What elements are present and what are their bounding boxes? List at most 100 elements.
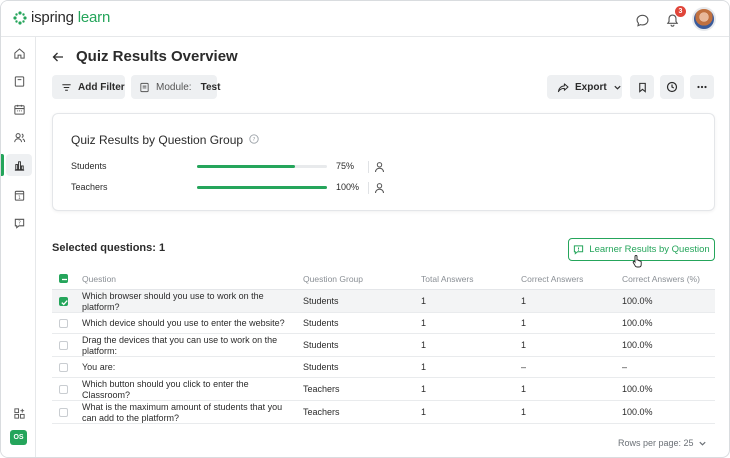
progress-track (197, 165, 327, 168)
total-answers: 1 (421, 407, 427, 417)
column-header-group[interactable]: Question Group (303, 274, 363, 284)
question-line-1: What is the maximum amount of students t… (82, 402, 283, 412)
feedback-icon (574, 245, 584, 255)
ispring-learn-logo[interactable]: ispring learn (13, 9, 110, 26)
question-line-1: Which browser should you use to work on … (82, 291, 264, 301)
schedule-button[interactable] (660, 75, 684, 99)
bookmark-button[interactable] (630, 75, 654, 99)
column-header-correct-pct[interactable]: Correct Answers (%) (622, 274, 700, 284)
filter-icon (61, 82, 72, 93)
info-icon[interactable]: ? (249, 133, 259, 147)
sidebar-item-schedule[interactable]: 1 (6, 184, 32, 206)
user-initials-badge[interactable]: OS (10, 430, 27, 445)
book-icon (14, 75, 24, 87)
question-group-results-card: Quiz Results by Question Group ? Student… (52, 113, 715, 211)
add-widget-icon (13, 407, 25, 419)
question-line-2: can add to the platform? (82, 413, 180, 423)
correct-answers-percent: 100.0% (622, 407, 653, 417)
question-line-1: Which button should you click to enter t… (82, 379, 249, 389)
correct-answers: 1 (521, 318, 527, 328)
back-arrow-icon[interactable] (51, 50, 67, 66)
question-group: Students (303, 296, 339, 306)
rows-per-page-select[interactable]: Rows per page: 25 (618, 438, 707, 448)
row-checkbox[interactable] (59, 341, 68, 350)
page-title: Quiz Results Overview (76, 48, 238, 65)
total-answers: 1 (421, 318, 427, 328)
top-bar: ispring learn 3 (1, 1, 729, 37)
question-line-2: platform: (82, 346, 118, 356)
row-checkbox[interactable] (59, 408, 68, 417)
correct-answers-percent: 100.0% (622, 318, 653, 328)
sidebar-active-indicator (1, 154, 4, 176)
calendar-icon (13, 104, 25, 115)
group-percent: 75% (336, 161, 355, 171)
question-line-2: Classroom? (82, 390, 131, 400)
sidebar-item-users[interactable] (6, 126, 32, 148)
question-line-1: Which device should you use to enter the… (82, 318, 285, 328)
total-answers: 1 (421, 340, 427, 350)
table-row[interactable]: You are: Students 1 – – (52, 357, 715, 378)
question-group: Teachers (303, 407, 340, 417)
row-checkbox[interactable] (59, 385, 68, 394)
more-dots-icon (697, 85, 707, 89)
svg-text:?: ? (253, 137, 256, 143)
table-row[interactable]: Drag the devices that you can use to wor… (52, 334, 715, 357)
table-row[interactable]: Which device should you use to enter the… (52, 313, 715, 334)
chat-icon[interactable] (632, 10, 652, 30)
row-checkbox[interactable] (59, 297, 68, 306)
question-group: Students (303, 362, 339, 372)
user-icon[interactable] (374, 181, 385, 199)
row-checkbox[interactable] (59, 319, 68, 328)
chevron-down-icon (698, 441, 706, 446)
module-label: Module: (156, 81, 192, 93)
total-answers: 1 (421, 384, 427, 394)
table-row[interactable]: Which button should you click to enter t… (52, 378, 715, 401)
logo-text-learn: learn (77, 9, 111, 26)
more-options-button[interactable] (690, 75, 714, 99)
progress-track (197, 186, 327, 189)
export-button[interactable]: Export (547, 75, 622, 99)
questions-table: Question Question Group Total Answers Co… (52, 268, 715, 424)
svg-text:?: ? (18, 220, 21, 226)
correct-answers: 1 (521, 340, 527, 350)
column-header-total[interactable]: Total Answers (421, 274, 473, 284)
column-header-question[interactable]: Question (82, 274, 116, 284)
select-all-checkbox[interactable] (59, 274, 68, 283)
table-row[interactable]: Which browser should you use to work on … (52, 290, 715, 313)
question-text: What is the maximum amount of students t… (82, 402, 292, 424)
export-label: Export (575, 81, 607, 93)
user-avatar[interactable] (692, 7, 716, 31)
progress-fill (197, 186, 327, 189)
users-icon (13, 132, 25, 142)
row-checkbox[interactable] (59, 363, 68, 372)
module-filter-button[interactable]: Module: Test (131, 75, 220, 99)
user-icon[interactable] (374, 160, 385, 178)
sidebar-item-add-widget[interactable] (6, 402, 32, 424)
table-row[interactable]: What is the maximum amount of students t… (52, 401, 715, 424)
chevron-down-icon (613, 83, 622, 92)
group-name: Students (71, 161, 107, 171)
add-filter-label: Add Filter (78, 81, 125, 93)
column-header-correct[interactable]: Correct Answers (521, 274, 583, 284)
notifications-bell-icon[interactable]: 3 (662, 6, 686, 30)
document-icon (139, 82, 150, 93)
question-text: You are: (82, 362, 292, 373)
divider (368, 161, 369, 173)
sidebar-item-calendar[interactable] (6, 98, 32, 120)
sidebar-item-home[interactable] (6, 42, 32, 64)
add-filter-button[interactable]: Add Filter (52, 75, 125, 99)
sidebar-item-reports[interactable] (6, 154, 32, 176)
sidebar: 1 ? OS (1, 37, 36, 457)
calendar-day-icon: 1 (14, 190, 24, 201)
question-text: Drag the devices that you can use to wor… (82, 335, 292, 357)
table-header: Question Question Group Total Answers Co… (52, 268, 715, 290)
correct-answers: 1 (521, 296, 527, 306)
clock-icon (666, 81, 678, 93)
correct-answers-percent: 100.0% (622, 340, 653, 350)
sidebar-item-help[interactable]: ? (6, 212, 32, 234)
help-question-icon: ? (14, 218, 24, 229)
logo-text-ispring: ispring (31, 9, 74, 26)
correct-answers: 1 (521, 407, 527, 417)
card-title: Quiz Results by Question Group (71, 133, 244, 147)
sidebar-item-courses[interactable] (6, 70, 32, 92)
